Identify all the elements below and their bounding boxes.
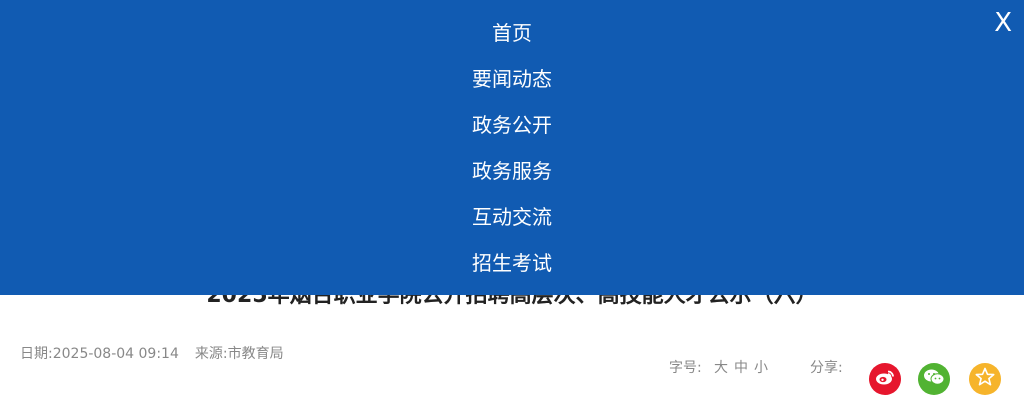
nav-menu-list: 首页 要闻动态 政务公开 政务服务 互动交流 招生考试 (0, 10, 1024, 286)
favorite-star-icon (975, 367, 995, 391)
font-size-label: 字号: (669, 360, 702, 376)
page: 2025年烟台职业学院公开招聘高层次、高技能人才公示（六） 日期:2025-08… (0, 0, 1024, 400)
nav-menu-overlay: X 首页 要闻动态 政务公开 政务服务 互动交流 招生考试 (0, 0, 1024, 295)
font-size-medium-button[interactable]: 中 (734, 357, 748, 377)
font-size-large-button[interactable]: 大 (714, 357, 728, 377)
nav-item-gov-services[interactable]: 政务服务 (0, 148, 1024, 194)
article-meta: 日期:2025-08-04 09:14 来源:市教育局 (20, 343, 284, 363)
nav-item-interaction[interactable]: 互动交流 (0, 194, 1024, 240)
share-weibo-button[interactable] (869, 363, 901, 395)
share-label: 分享: (810, 360, 843, 376)
font-size-options: 大 中 小 (714, 357, 768, 377)
nav-item-admissions[interactable]: 招生考试 (0, 240, 1024, 286)
nav-item-home[interactable]: 首页 (0, 10, 1024, 56)
share-wechat-button[interactable] (918, 363, 950, 395)
share-favorite-button[interactable] (969, 363, 1001, 395)
wechat-icon (923, 368, 945, 390)
font-size-small-button[interactable]: 小 (754, 357, 768, 377)
publish-date: 日期:2025-08-04 09:14 (20, 346, 179, 362)
nav-item-news[interactable]: 要闻动态 (0, 56, 1024, 102)
article-source: 来源:市教育局 (194, 346, 284, 362)
nav-item-gov-affairs-public[interactable]: 政务公开 (0, 102, 1024, 148)
weibo-icon (874, 368, 896, 390)
